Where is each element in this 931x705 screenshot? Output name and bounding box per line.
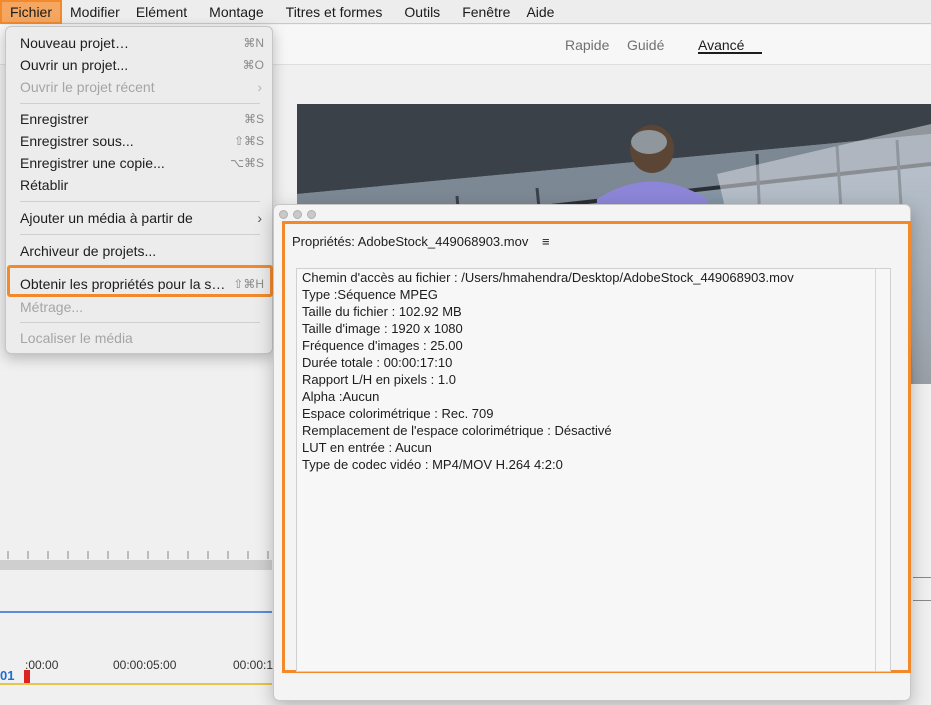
menu-item-shortcut: ⇧⌘S [233,134,264,148]
property-line: Taille d'image : 1920 x 1080 [302,321,463,336]
timeline-track-divider [0,611,272,613]
timeline-edge-tick [913,577,931,578]
menu-item-ouvrir-projet[interactable]: Ouvrir un projet... ⌘O [20,55,264,75]
file-menu-dropdown: Nouveau projet… ⌘N Ouvrir un projet... ⌘… [5,26,273,354]
timeline-edge-tick [913,600,931,601]
menu-item-label: Enregistrer sous... [20,133,134,149]
properties-window: Propriétés: AdobeStock_449068903.mov ≡ C… [273,204,911,701]
timecode-label: 00:00:1 [233,658,274,672]
timeline-scrollbar[interactable] [0,560,272,570]
tab-rapide[interactable]: Rapide [565,37,609,53]
playhead-timecode: 01 [0,668,15,683]
property-line: Durée totale : 00:00:17:10 [302,355,453,370]
menu-item-enregistrer-copie[interactable]: Enregistrer une copie... ⌥⌘S [20,153,264,173]
menu-item-shortcut: ⌥⌘S [230,156,264,170]
menu-item-archiveur[interactable]: Archiveur de projets... [20,241,264,261]
menu-item-label: Nouveau projet… [20,35,129,51]
menu-item-shortcut: ⌘S [243,112,264,126]
active-tab-underline [698,52,762,54]
menu-fichier[interactable]: Fichier [0,0,63,24]
chevron-right-icon: › [257,79,262,95]
menu-item-label: Ajouter un média à partir de [20,210,193,226]
menu-aide[interactable]: Aide [518,0,562,24]
menu-item-nouveau-projet[interactable]: Nouveau projet… ⌘N [20,33,264,53]
menu-separator [20,103,260,104]
property-line: LUT en entrée : Aucun [302,440,432,455]
menu-item-label: Métrage... [20,299,84,315]
property-line: Fréquence d'images : 25.00 [302,338,463,353]
property-line: Remplacement de l'espace colorimétrique … [302,423,612,438]
property-line: Alpha :Aucun [302,389,380,404]
menu-item-shortcut: ⇧⌘H [233,277,264,291]
timeline-ruler-ticks [7,551,269,559]
property-line: Type de codec vidéo : MP4/MOV H.264 4:2:… [302,457,563,472]
menu-separator [20,201,260,202]
menu-item-shortcut: ⌘N [243,36,264,50]
menu-item-metrage: Métrage... [20,297,264,317]
menu-item-label: Archiveur de projets... [20,243,157,259]
menu-item-shortcut: ⌘O [242,58,264,72]
property-line: Rapport L/H en pixels : 1.0 [302,372,456,387]
zoom-window-button[interactable] [307,210,316,219]
menu-item-localiser-media: Localiser le média [20,328,264,348]
close-window-button[interactable] [279,210,288,219]
menu-item-label: Ouvrir le projet récent [20,79,155,95]
properties-panel: Propriétés: AdobeStock_449068903.mov ≡ C… [282,221,911,673]
playhead-marker[interactable] [24,670,30,684]
minimize-window-button[interactable] [293,210,302,219]
menu-item-label: Enregistrer [20,111,89,127]
menu-outils[interactable]: Outils [396,0,448,24]
menu-element[interactable]: Elément [128,0,195,24]
menu-fenetre[interactable]: Fenêtre [454,0,518,24]
properties-scrollbar[interactable] [875,269,876,671]
menu-item-label: Obtenir les propriétés pour la s… [20,276,226,292]
menu-item-enregistrer[interactable]: Enregistrer ⌘S [20,109,264,129]
menu-item-obtenir-proprietes[interactable]: Obtenir les propriétés pour la s… ⇧⌘H [20,274,264,294]
properties-title-row: Propriétés: AdobeStock_449068903.mov ≡ [292,234,550,249]
property-line: Espace colorimétrique : Rec. 709 [302,406,494,421]
menu-modifier[interactable]: Modifier [62,0,128,24]
property-line: Taille du fichier : 102.92 MB [302,304,462,319]
menu-item-label: Enregistrer une copie... [20,155,165,171]
tab-guide[interactable]: Guidé [627,37,664,53]
property-line: Type :Séquence MPEG [302,287,438,302]
menu-item-retablir[interactable]: Rétablir [20,175,264,195]
menu-item-enregistrer-sous[interactable]: Enregistrer sous... ⇧⌘S [20,131,264,151]
timecode-label: :00:00 [25,658,59,672]
menu-bar: Fichier Modifier Elément Montage Titres … [0,0,931,24]
timeline-work-area-bar [0,683,272,685]
chevron-right-icon: › [257,210,262,226]
menu-item-ajouter-media[interactable]: Ajouter un média à partir de › [20,208,264,228]
property-line: Chemin d'accès au fichier : /Users/hmahe… [302,270,794,285]
menu-separator [20,234,260,235]
menu-item-label: Rétablir [20,177,69,193]
menu-item-label: Localiser le média [20,330,133,346]
properties-content: Chemin d'accès au fichier : /Users/hmahe… [296,268,891,672]
menu-separator [20,322,260,323]
menu-montage[interactable]: Montage [201,0,271,24]
menu-item-label: Ouvrir un projet... [20,57,129,73]
menu-item-projet-recent: Ouvrir le projet récent › [20,77,264,97]
timecode-label: 00:00:05:00 [113,658,177,672]
properties-title: Propriétés: AdobeStock_449068903.mov [292,234,529,249]
tab-avance[interactable]: Avancé [698,37,744,53]
hamburger-icon[interactable]: ≡ [542,234,550,249]
menu-titres-et-formes[interactable]: Titres et formes [278,0,391,24]
